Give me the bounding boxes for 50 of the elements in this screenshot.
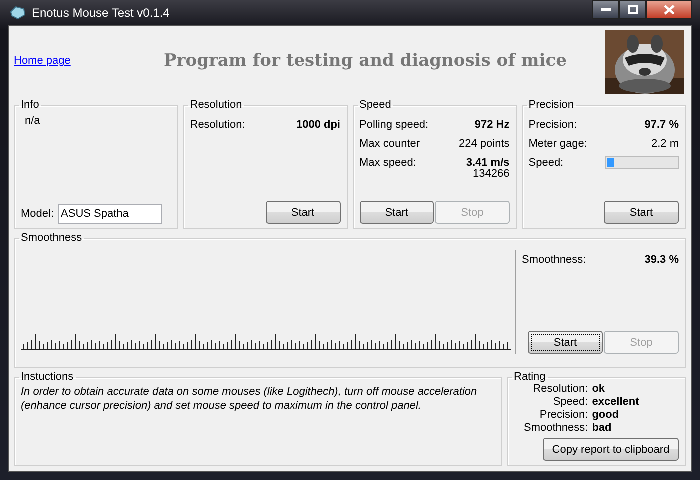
rating-value: excellent xyxy=(592,396,640,409)
model-field[interactable]: ASUS Spatha xyxy=(58,204,162,224)
group-title: Speed xyxy=(358,99,392,111)
window-title: Enotus Mouse Test v0.1.4 xyxy=(32,6,170,20)
start-stop-button[interactable]: Start xyxy=(528,331,603,354)
maximize-icon xyxy=(628,5,638,14)
stat-label: Smoothness: xyxy=(522,254,586,266)
stat-label: Max speed: xyxy=(360,156,416,168)
stat-label: Max counter xyxy=(360,138,420,150)
info-text: n/a xyxy=(25,115,42,127)
rating-value: ok xyxy=(592,383,606,396)
rating-label: Smoothness: xyxy=(524,422,588,435)
start-stop-button[interactable]: Start xyxy=(360,201,434,224)
home-page-link[interactable]: Home page xyxy=(14,55,164,67)
close-icon xyxy=(664,4,674,14)
app-icon xyxy=(10,6,26,20)
stat-value: 972 Hz xyxy=(474,118,510,130)
stat-value: 39.3 % xyxy=(644,254,679,266)
stat-label: Resolution: xyxy=(190,118,246,130)
stat-label: Meter gage: xyxy=(528,138,588,150)
group-title: Info xyxy=(20,99,40,111)
minimize-button[interactable] xyxy=(592,0,619,19)
maximize-button[interactable] xyxy=(619,0,646,19)
rating-label: Precision: xyxy=(538,409,588,422)
stat-value: 3.41 m/s xyxy=(466,156,510,168)
stat-value: 2.2 m xyxy=(651,138,679,150)
field-label: Model: xyxy=(21,208,54,220)
stat-value: 224 points xyxy=(458,138,510,150)
stat-label: Polling speed: xyxy=(360,118,429,130)
stat-value: 134266 xyxy=(473,168,510,180)
instructions-text: In order to obtain accurate data on some mouses (like Logithech), turn off mouse acceleration (enhance cursor precision) and set mouse speed to maximum in the control panel. xyxy=(21,385,478,413)
group-title: Resolution xyxy=(189,99,244,111)
group-title: Rating xyxy=(513,371,547,383)
copy-report-button[interactable]: Copy report to clipboard xyxy=(543,438,679,461)
rating-value: good xyxy=(592,409,620,422)
stat-value: 1000 dpi xyxy=(296,118,340,130)
rating-value: bad xyxy=(592,422,613,435)
rating-label: Speed: xyxy=(552,396,588,409)
start-stop-button[interactable]: Start xyxy=(604,201,679,224)
stat-label: Precision: xyxy=(528,118,578,130)
start-stop-button[interactable]: Start xyxy=(266,201,340,224)
group-title: Instuctions xyxy=(20,371,75,383)
close-button[interactable] xyxy=(646,0,692,19)
group-title: Smoothness xyxy=(20,232,84,244)
app-heading: Program for testing and diagnosis of mice xyxy=(164,51,568,71)
stat-label: Speed: xyxy=(528,156,564,168)
minimize-icon xyxy=(600,8,610,11)
group-title: Precision xyxy=(528,99,575,111)
stat-value: 97.7 % xyxy=(644,118,679,130)
rating-label: Resolution: xyxy=(532,383,588,396)
